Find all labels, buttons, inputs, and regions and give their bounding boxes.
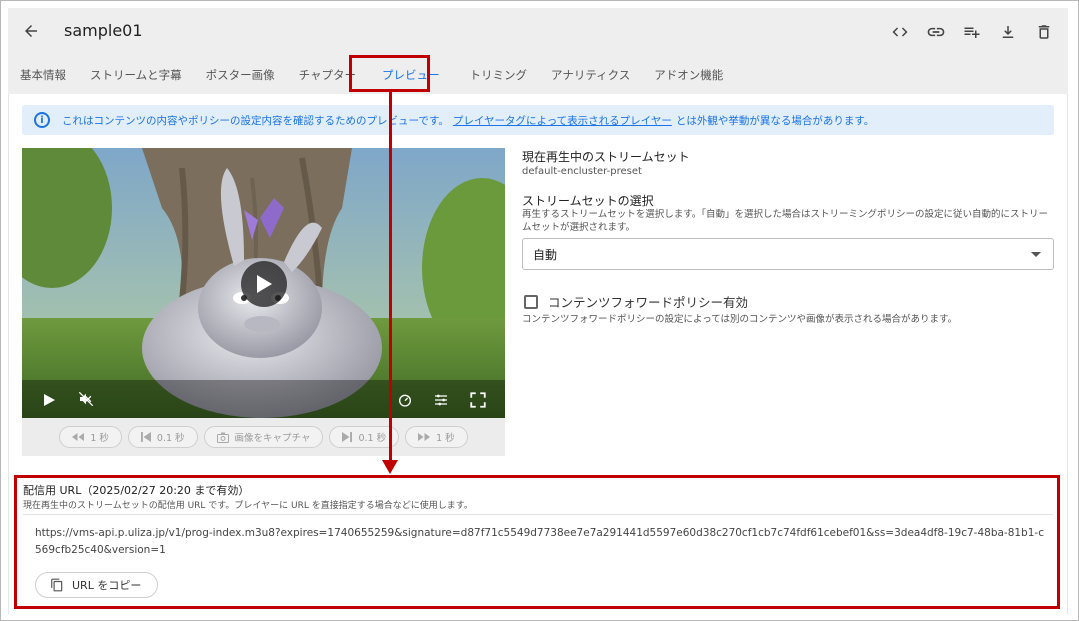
tab-highlight-box [349,55,430,92]
fullscreen-icon[interactable] [469,391,487,413]
rewind-icon [72,433,85,441]
capture-image-button[interactable]: 画像をキャプチャ [203,426,324,448]
link-icon[interactable] [926,22,946,42]
tab-poster-image[interactable]: ポスター画像 [194,64,287,94]
back-arrow-icon[interactable] [20,22,42,44]
stream-set-select[interactable]: 自動 [522,238,1054,270]
info-text-tail: とは外観や挙動が異なる場合があります。 [675,114,875,127]
tab-addons[interactable]: アドオン機能 [642,64,735,94]
forward-1s-button[interactable]: 1 秒 [405,426,468,448]
rewind-1s-label: 1 秒 [90,433,109,444]
step-back-icon [140,432,151,442]
step-forward-icon [342,432,353,442]
rewind-frame-label: 0.1 秒 [156,433,185,444]
rewind-frame-button[interactable]: 0.1 秒 [127,426,198,448]
speed-icon[interactable] [397,392,413,412]
frame-controls: 1 秒 0.1 秒 画像をキャプチャ 0.1 秒 1 秒 [22,418,505,456]
capture-image-label: 画像をキャプチャ [234,433,311,444]
header-actions [890,22,1054,42]
mute-icon[interactable] [77,391,95,411]
fast-forward-icon [418,433,431,441]
stream-select-help: 再生するストリームセットを選択します。「自動」を選択した場合はストリーミングポリ… [522,209,1049,233]
player-tag-link[interactable]: プレイヤータグによって表示されるプレイヤー [453,113,672,128]
forward-1s-label: 1 秒 [436,433,455,444]
delete-icon[interactable] [1034,22,1054,42]
play-icon[interactable] [42,392,56,411]
current-stream-value: default-encluster-preset [522,166,642,177]
delivery-url-subtitle: 現在再生中のストリームセットの配信用 URL です。プレイヤーに URL を直接… [23,501,473,511]
camera-icon [216,432,229,443]
info-banner: i これはコンテンツの内容やポリシーの設定内容を確認するためのプレビューです。 … [22,105,1054,135]
page-title: sample01 [64,21,143,40]
big-play-button[interactable] [241,261,287,307]
rewind-1s-button[interactable]: 1 秒 [59,426,122,448]
tab-trimming[interactable]: トリミング [458,64,540,94]
info-icon: i [34,112,50,128]
delivery-url-value[interactable]: https://vms-api.p.uliza.jp/v1/prog-index… [35,525,1045,559]
tab-basic-info[interactable]: 基本情報 [8,64,78,94]
code-icon[interactable] [890,22,910,42]
tab-streams-subtitles[interactable]: ストリームと字幕 [78,64,194,94]
copy-url-label: URL をコピー [72,579,142,592]
play-icon [257,275,272,293]
stream-select-label: ストリームセットの選択 [522,194,654,208]
content-forward-policy-label: コンテンツフォワードポリシー有効 [548,295,749,310]
download-icon[interactable] [998,22,1018,42]
forward-frame-label: 0.1 秒 [358,433,387,444]
video-player[interactable] [22,148,505,418]
delivery-url-section: 配信用 URL（2025/02/27 20:20 まで有効） 現在再生中のストリ… [14,475,1060,609]
tab-analytics[interactable]: アナリティクス [539,64,642,94]
annotation-arrow-line [389,92,392,462]
content-forward-policy-help: コンテンツフォワードポリシーの設定によっては別のコンテンツや画像が表示される場合… [522,314,958,325]
stream-set-select-value: 自動 [533,247,558,262]
quality-settings-icon[interactable] [432,392,450,412]
copy-url-button[interactable]: URL をコピー [35,572,159,598]
playlist-add-icon[interactable] [962,22,982,42]
copy-icon [51,578,63,592]
delivery-url-title: 配信用 URL（2025/02/27 20:20 まで有効） [23,484,250,497]
content-forward-policy-row: コンテンツフォワードポリシー有効 [524,292,748,311]
current-stream-label: 現在再生中のストリームセット [522,150,690,164]
chevron-down-icon [1031,252,1041,257]
annotation-arrow-head [382,460,398,474]
content-forward-policy-checkbox[interactable] [524,294,538,309]
divider [23,514,1053,515]
header: sample01 基本情報 ストリームと字幕 ポスター画像 チャプター プレビュ… [8,8,1068,94]
